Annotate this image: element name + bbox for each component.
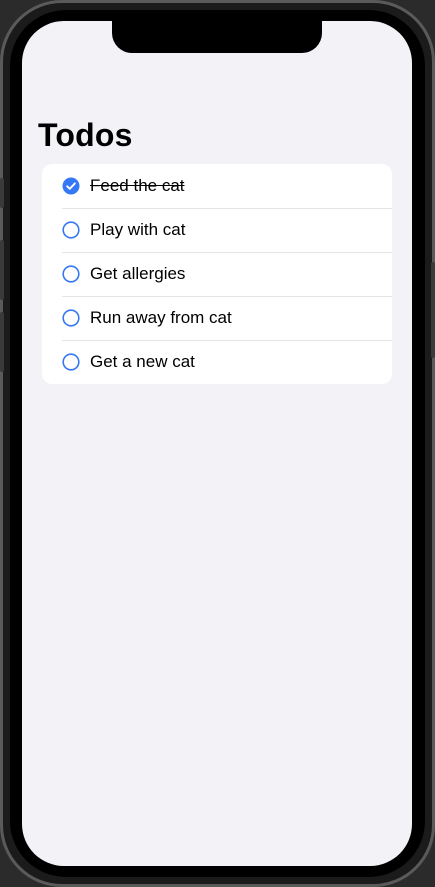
todo-label: Get allergies	[90, 264, 186, 283]
circle-icon[interactable]	[62, 265, 80, 283]
side-button	[0, 178, 4, 208]
side-button	[0, 312, 4, 372]
todo-item[interactable]: Get a new cat	[42, 340, 392, 384]
screen: Todos Feed the cat Play with cat Get all…	[22, 21, 412, 866]
todo-label: Play with cat	[90, 220, 186, 239]
circle-icon[interactable]	[62, 353, 80, 371]
side-button	[0, 240, 4, 300]
todo-item[interactable]: Feed the cat	[42, 164, 392, 208]
todo-item[interactable]: Play with cat	[42, 208, 392, 252]
todo-item[interactable]: Run away from cat	[42, 296, 392, 340]
checkmark-circle-filled-icon[interactable]	[62, 177, 80, 195]
todo-label: Feed the cat	[90, 176, 185, 195]
notch	[112, 21, 322, 53]
circle-icon[interactable]	[62, 309, 80, 327]
circle-icon[interactable]	[62, 221, 80, 239]
page-title: Todos	[38, 117, 133, 153]
todo-item[interactable]: Get allergies	[42, 252, 392, 296]
todo-label: Get a new cat	[90, 352, 195, 371]
todo-label: Run away from cat	[90, 308, 232, 327]
todo-list: Feed the cat Play with cat Get allergies…	[42, 164, 392, 384]
side-button	[431, 262, 435, 358]
